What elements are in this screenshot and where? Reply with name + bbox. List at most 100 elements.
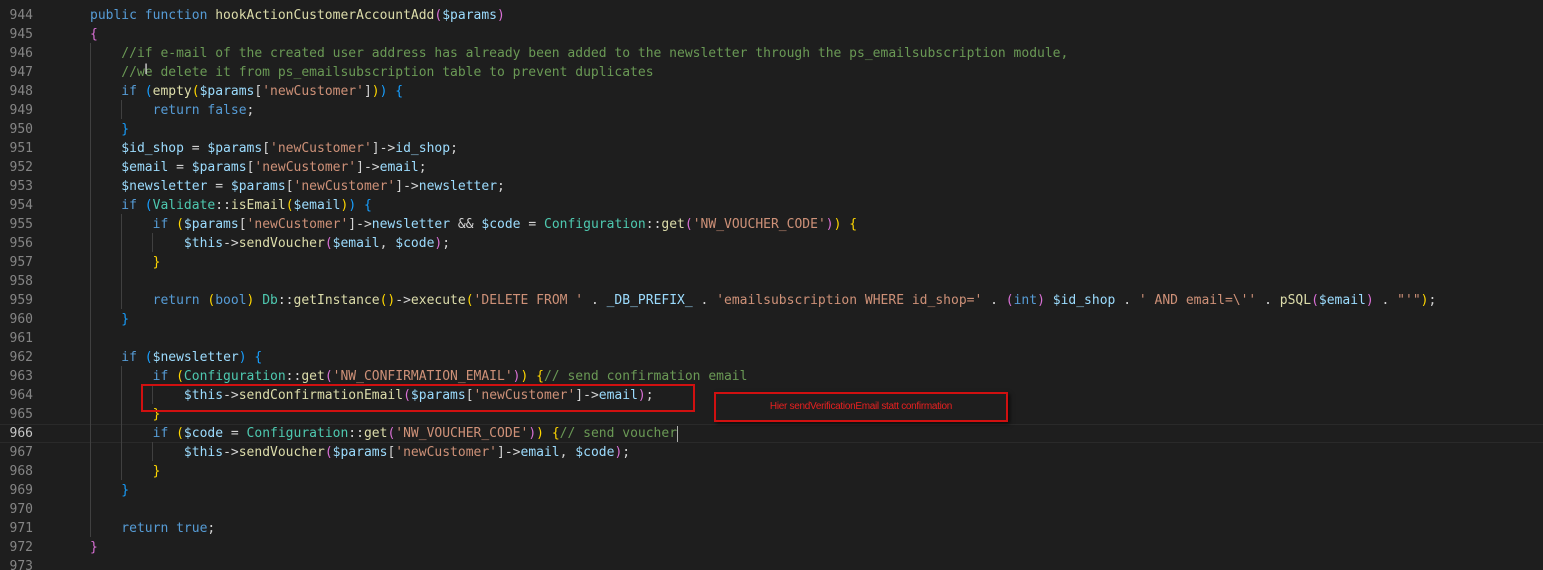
code-line[interactable]: 953 $newsletter = $params['newCustomer']… [0,177,1543,196]
line-code: $this->sendVoucher($email, $code); [90,234,450,253]
code-line[interactable]: 950 } [0,120,1543,139]
code-token: empty [152,84,192,99]
line-number: 957 [9,255,33,270]
code-line[interactable]: 949 return false; [0,101,1543,120]
line-code: return (bool) Db::getInstance()->execute… [90,291,1437,310]
code-line[interactable]: 958 [0,272,1543,291]
code-line[interactable]: 972} [0,538,1543,557]
code-line[interactable]: 945 { [0,25,1543,44]
code-line[interactable]: 961 [0,329,1543,348]
code-token: ( [684,217,693,232]
code-token: :: [645,217,662,232]
code-line[interactable]: 954 if (Validate::isEmail($email)) { [0,196,1543,215]
code-line[interactable]: 968 } [0,462,1543,481]
line-number: 968 [9,464,33,479]
code-token: 'emailsubscription WHERE id_shop=' [716,293,983,308]
code-token: ( [176,369,184,384]
line-number: 953 [9,179,33,194]
code-token: return [90,293,208,308]
code-line[interactable]: 951 $id_shop = $params['newCustomer']->i… [0,139,1543,158]
code-line[interactable]: 944 public function hookActionCustomerAcc… [0,6,1543,25]
line-number: 970 [9,502,33,517]
code-token: email [379,160,419,175]
code-token: } [90,464,161,479]
code-token: ( [1005,293,1014,308]
code-token: ) [528,426,537,441]
code-token: && [450,217,482,232]
code-line[interactable]: 952 $email = $params['newCustomer']->ema… [0,158,1543,177]
code-token: = [207,179,231,194]
code-token: return false [90,103,247,118]
code-token: execute [410,293,466,308]
code-token: Configuration [246,426,349,441]
code-token: $this [90,445,224,460]
line-code: } [90,120,129,139]
code-line[interactable]: 962 if ($newsletter) { [0,348,1543,367]
code-token: $this [90,236,224,251]
line-code: if ($params['newCustomer']->newsletter &… [90,215,857,234]
line-number: 962 [9,350,33,365]
code-token: $id_shop [1052,293,1116,308]
code-line[interactable]: 969 } [0,481,1543,500]
line-number: 972 [9,540,33,555]
code-token: ' AND email=\'' [1138,293,1257,308]
line-code: return false; [90,101,255,120]
code-token: 'newCustomer' [246,217,349,232]
code-token: $newsletter [90,179,208,194]
code-token: ; [622,445,631,460]
line-number: 944 [9,8,33,23]
line-number: 971 [9,521,33,536]
code-token: :: [215,198,231,213]
code-line[interactable]: 967 $this->sendVoucher($params['newCusto… [0,443,1543,462]
code-token: 'newCustomer' [262,84,364,99]
code-token: } [90,312,130,327]
code-token: [ [262,141,271,156]
code-line[interactable]: 971 return true; [0,519,1543,538]
code-line[interactable]: 957 } [0,253,1543,272]
indent-guide [152,442,153,461]
line-number: 956 [9,236,33,251]
code-line[interactable]: 946 //if e-mail of the created user addr… [0,44,1543,63]
code-token: $email [332,236,380,251]
code-token: = [520,217,544,232]
code-token: ( [324,369,333,384]
line-number: 969 [9,483,33,498]
code-token: . [982,293,1006,308]
code-line[interactable]: 966 if ($code = Configuration::get('NW_V… [0,424,1543,443]
code-token: return true [90,521,208,536]
line-number: 960 [9,312,33,327]
line-number: 946 [9,46,33,61]
line-code: //if e-mail of the created user address … [90,44,1068,63]
line-number: 948 [9,84,33,99]
code-line[interactable]: 973 [0,557,1543,570]
code-line[interactable]: 955 if ($params['newCustomer']->newslett… [0,215,1543,234]
code-token: newsletter [418,179,498,194]
line-number: 967 [9,445,33,460]
code-line[interactable]: 960 } [0,310,1543,329]
code-token: . [1115,293,1139,308]
code-line[interactable]: 956 $this->sendVoucher($email, $code); [0,234,1543,253]
code-token: ) [1037,293,1045,308]
code-token: email [520,445,560,460]
code-line[interactable]: 947 //we delete it from ps_emailsubscrip… [0,63,1543,82]
code-line[interactable]: 959 return (bool) Db::getInstance()->exe… [0,291,1543,310]
mouse-ibeam-icon: I [144,62,149,78]
code-token: 'newCustomer' [293,179,396,194]
code-token: ( [465,293,474,308]
code-editor[interactable]: 944 public function hookActionCustomerAcc… [0,0,1543,570]
annotation-note: Hier sendVerificationEmail statt confirm… [714,392,1008,422]
code-token: ; [442,236,451,251]
line-number: 952 [9,160,33,175]
code-token: ) [348,198,357,213]
code-token: { [363,198,372,213]
code-token: :: [285,369,302,384]
code-token: ( [144,198,153,213]
code-token: $params [191,160,247,175]
code-token: $email [90,160,169,175]
code-line[interactable]: 948 if (empty($params['newCustomer'])) { [0,82,1543,101]
code-line[interactable]: 970 [0,500,1543,519]
indent-guide [121,366,122,480]
line-code: } [90,481,129,500]
code-token: if [90,350,145,365]
